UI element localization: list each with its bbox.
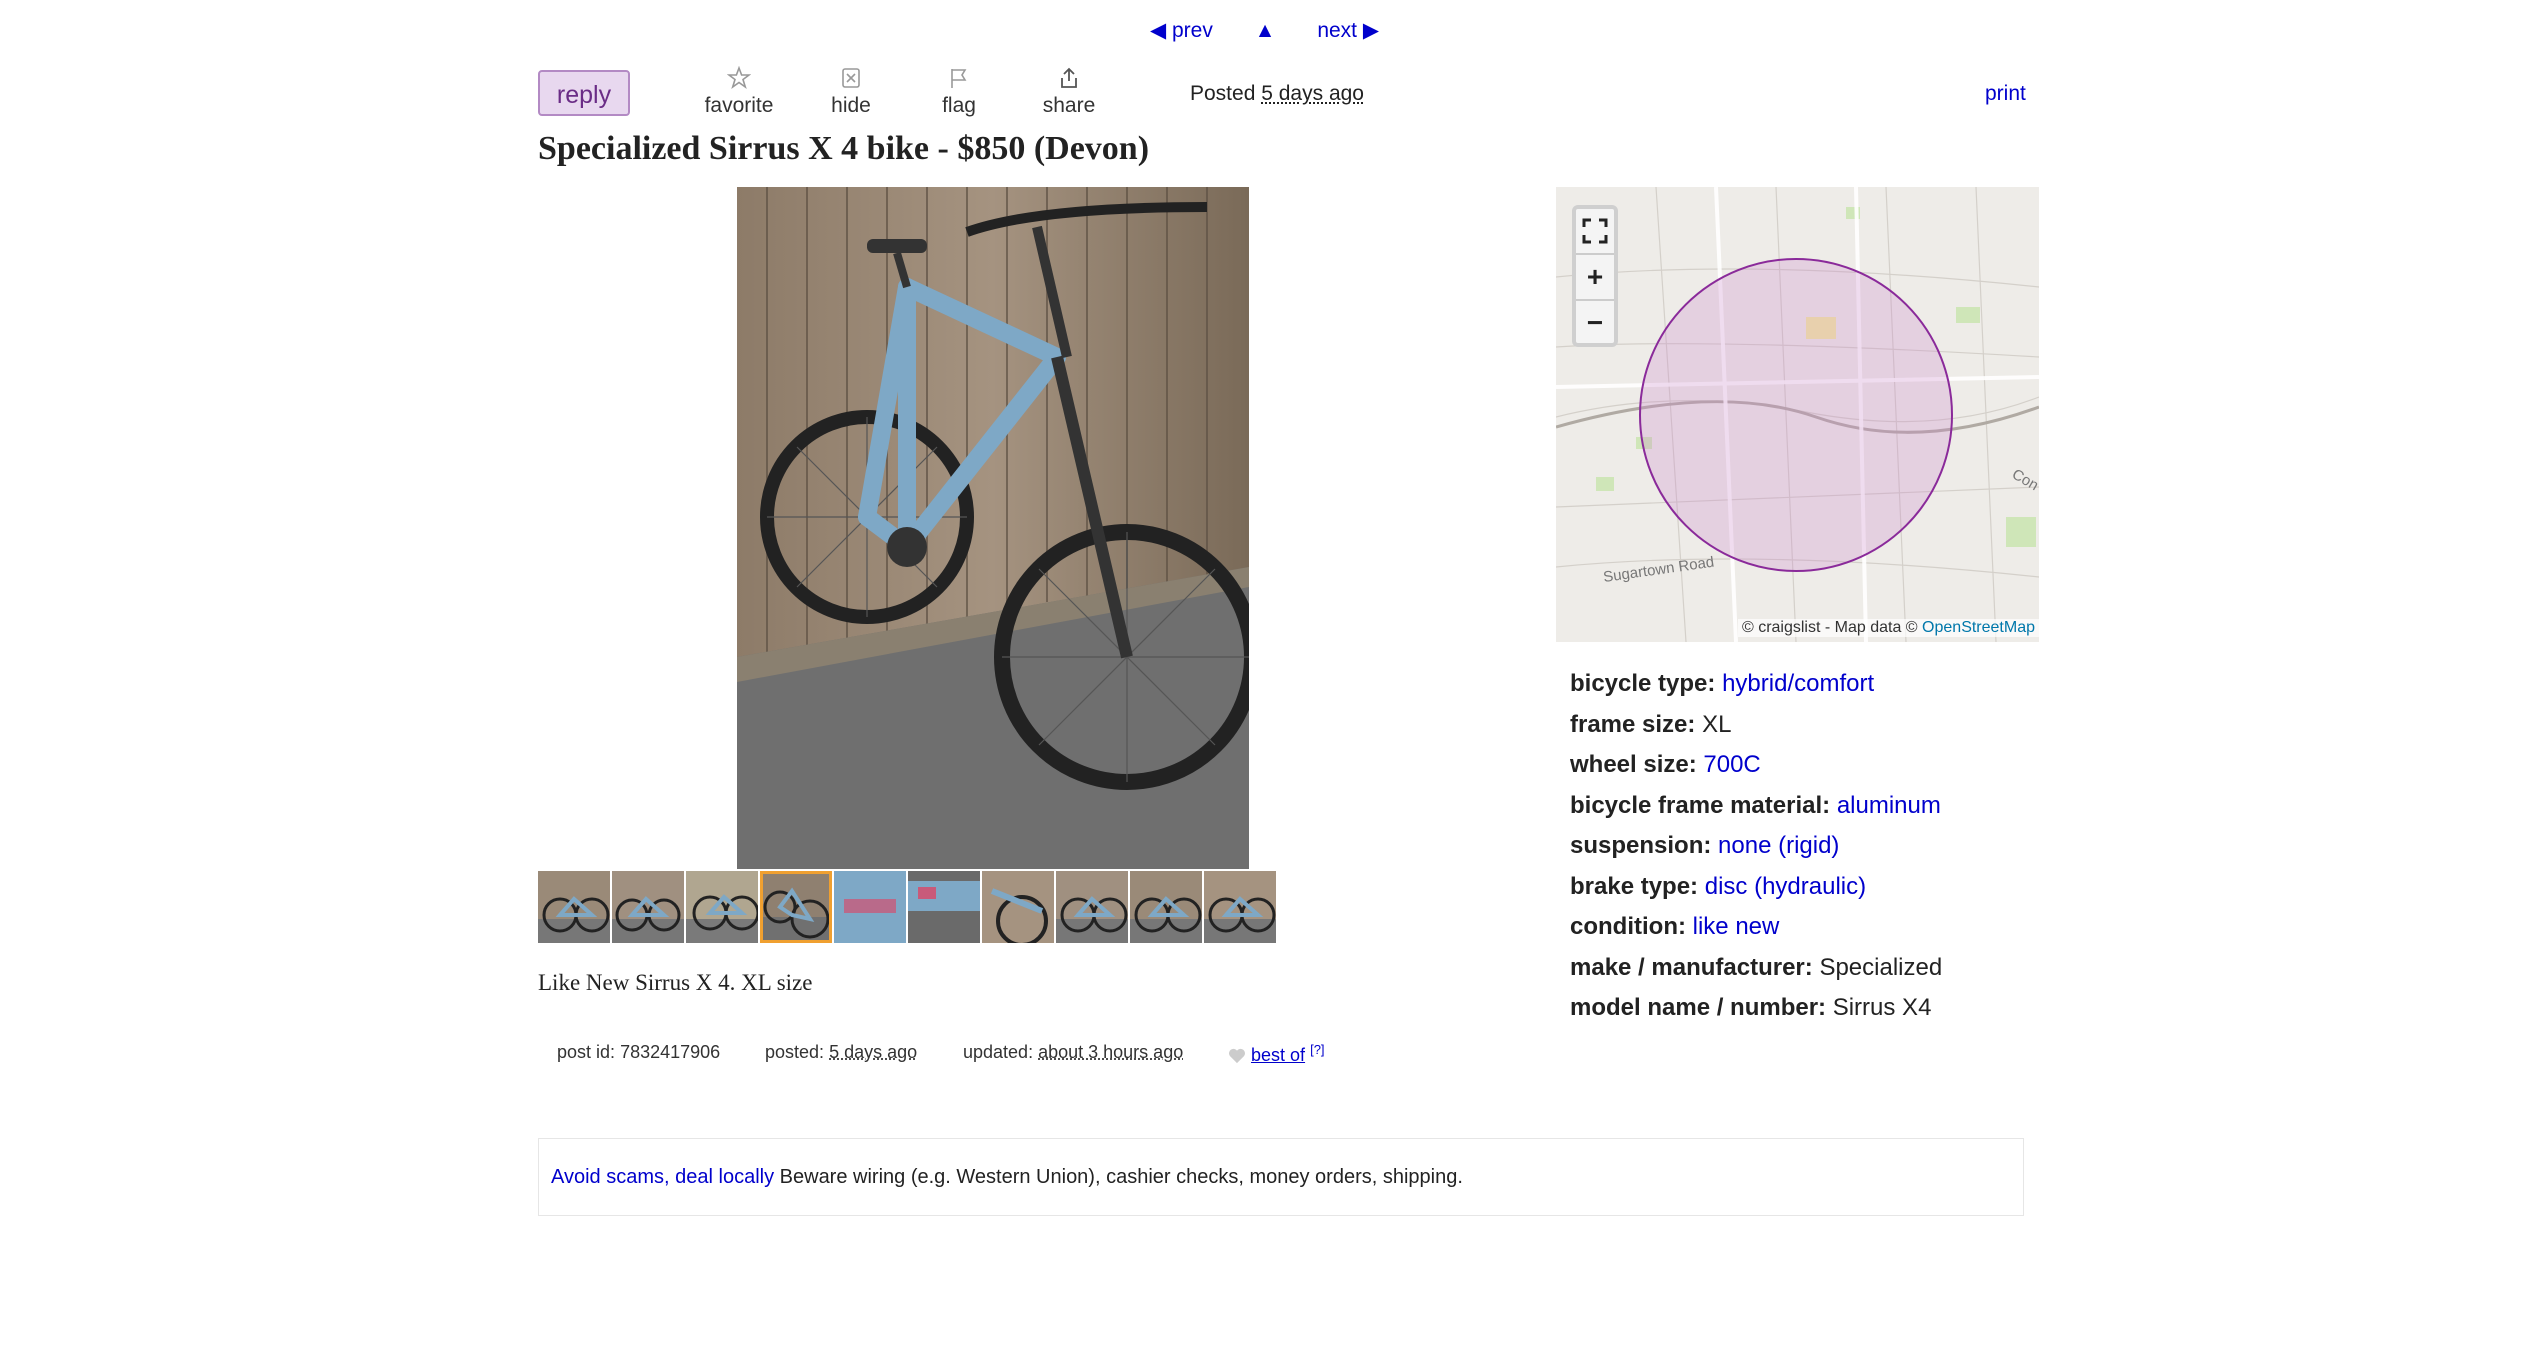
attr-value-link[interactable]: disc (hydraulic)	[1705, 873, 1866, 900]
flag-icon	[951, 69, 967, 88]
attr-frame-material: bicycle frame material: aluminum	[1570, 786, 1942, 827]
thumbnail[interactable]	[1130, 871, 1202, 943]
favorite-label: favorite	[704, 94, 774, 117]
post-posted-label: posted:	[765, 1042, 825, 1062]
thumbnail-selected[interactable]	[760, 871, 832, 943]
attr-label: condition:	[1570, 913, 1686, 940]
thumbnail[interactable]	[834, 871, 906, 943]
attr-label: wheel size:	[1570, 751, 1697, 778]
thumbnail[interactable]	[908, 871, 980, 943]
attr-value-link[interactable]: none (rigid)	[1718, 832, 1839, 859]
map-attribution-text: © craigslist - Map data ©	[1741, 619, 1918, 636]
attr-value-link[interactable]: 700C	[1703, 751, 1760, 778]
attr-label: make / manufacturer:	[1570, 953, 1813, 981]
reply-button[interactable]: reply	[538, 70, 630, 116]
location-map[interactable]: Sugartown Road Con	[1556, 187, 2039, 642]
thumbnail[interactable]	[612, 871, 684, 943]
attr-value-link[interactable]: hybrid/comfort	[1722, 670, 1874, 697]
next-link[interactable]: next ▶	[1317, 18, 1379, 43]
thumbnail[interactable]	[686, 871, 758, 943]
post-updated-label: updated:	[963, 1042, 1034, 1062]
attr-model: model name / number: Sirrus X4	[1570, 988, 1942, 1029]
attr-label: model name / number:	[1570, 994, 1827, 1021]
post-id: post id: 7832417906	[557, 1042, 720, 1063]
posted-label: Posted	[1190, 82, 1256, 105]
fullscreen-button[interactable]	[1576, 209, 1614, 255]
best-of: best of [?]	[1228, 1042, 1325, 1066]
attr-value-link[interactable]: like new	[1693, 913, 1780, 940]
attr-wheel-size: wheel size: 700C	[1570, 745, 1942, 786]
star-icon	[727, 66, 751, 90]
attr-label: frame size:	[1570, 710, 1696, 738]
fullscreen-icon	[1582, 218, 1608, 244]
hide-icon	[842, 68, 860, 88]
zoom-in-button[interactable]: +	[1576, 255, 1614, 301]
best-of-help-link[interactable]: [?]	[1310, 1042, 1324, 1057]
attr-brake-type: brake type: disc (hydraulic)	[1570, 867, 1942, 908]
posting-description: Like New Sirrus X 4. XL size	[538, 970, 813, 995]
share-icon	[1061, 67, 1077, 88]
safety-notice: Avoid scams, deal locally Beware wiring …	[538, 1138, 2024, 1216]
flag-button[interactable]: flag	[914, 66, 1004, 118]
attr-label: bicycle type:	[1570, 670, 1716, 697]
attr-value: XL	[1702, 710, 1732, 738]
post-id-value: 7832417906	[620, 1042, 721, 1062]
attr-suspension: suspension: none (rigid)	[1570, 826, 1942, 867]
post-posted-time: posted: 5 days ago	[765, 1042, 917, 1063]
thumbnail[interactable]	[1056, 871, 1128, 943]
attr-manufacturer: make / manufacturer: Specialized	[1570, 948, 1942, 989]
main-photo[interactable]	[737, 187, 1249, 869]
zoom-out-button[interactable]: −	[1576, 301, 1614, 345]
attr-label: bicycle frame material:	[1570, 791, 1831, 819]
attr-value: Sirrus X4	[1832, 994, 1932, 1021]
favorite-button[interactable]: favorite	[694, 66, 784, 118]
attr-value-link[interactable]: aluminum	[1837, 792, 1941, 819]
prev-link[interactable]: ◀ prev	[1150, 18, 1213, 43]
posted-time: Posted 5 days ago	[1190, 82, 1364, 106]
attr-label: suspension:	[1570, 832, 1712, 859]
post-id-label: post id:	[557, 1042, 616, 1062]
posted-value: 5 days ago	[1261, 82, 1364, 105]
share-button[interactable]: share	[1024, 66, 1114, 118]
posting-title: Specialized Sirrus X 4 bike - $850 (Devo…	[538, 130, 1150, 167]
hide-button[interactable]: hide	[806, 66, 896, 118]
avoid-scams-link[interactable]: Avoid scams,	[551, 1166, 670, 1188]
best-of-link[interactable]: best of	[1251, 1045, 1305, 1065]
heart-icon[interactable]	[1228, 1048, 1246, 1064]
attribute-group: bicycle type: hybrid/comfort frame size:…	[1570, 664, 1942, 1029]
share-label: share	[1042, 94, 1096, 117]
flag-label: flag	[942, 94, 976, 117]
attr-value: Specialized	[1819, 953, 1943, 981]
map-controls: + −	[1572, 205, 1618, 347]
print-link[interactable]: print	[1985, 82, 2026, 106]
safety-notice-text: Beware wiring (e.g. Western Union), cash…	[779, 1166, 1463, 1188]
openstreetmap-link[interactable]: OpenStreetMap	[1922, 619, 2035, 636]
map-attribution: © craigslist - Map data © OpenStreetMap	[1737, 619, 2039, 637]
post-updated-value: about 3 hours ago	[1038, 1042, 1184, 1062]
deal-locally-link[interactable]: deal locally	[675, 1166, 774, 1188]
thumbnail[interactable]	[982, 871, 1054, 943]
up-link[interactable]: ▲	[1255, 19, 1276, 43]
post-navigation: ◀ prev ▲ next ▶	[0, 18, 2529, 43]
post-posted-value: 5 days ago	[829, 1042, 918, 1062]
post-updated-time: updated: about 3 hours ago	[963, 1042, 1183, 1063]
attr-bicycle-type: bicycle type: hybrid/comfort	[1570, 664, 1942, 705]
thumbnail[interactable]	[538, 871, 610, 943]
attr-frame-size: frame size: XL	[1570, 705, 1942, 746]
attr-label: brake type:	[1570, 872, 1699, 900]
attr-condition: condition: like new	[1570, 907, 1942, 948]
hide-label: hide	[831, 94, 871, 117]
thumbnail[interactable]	[1204, 871, 1276, 943]
